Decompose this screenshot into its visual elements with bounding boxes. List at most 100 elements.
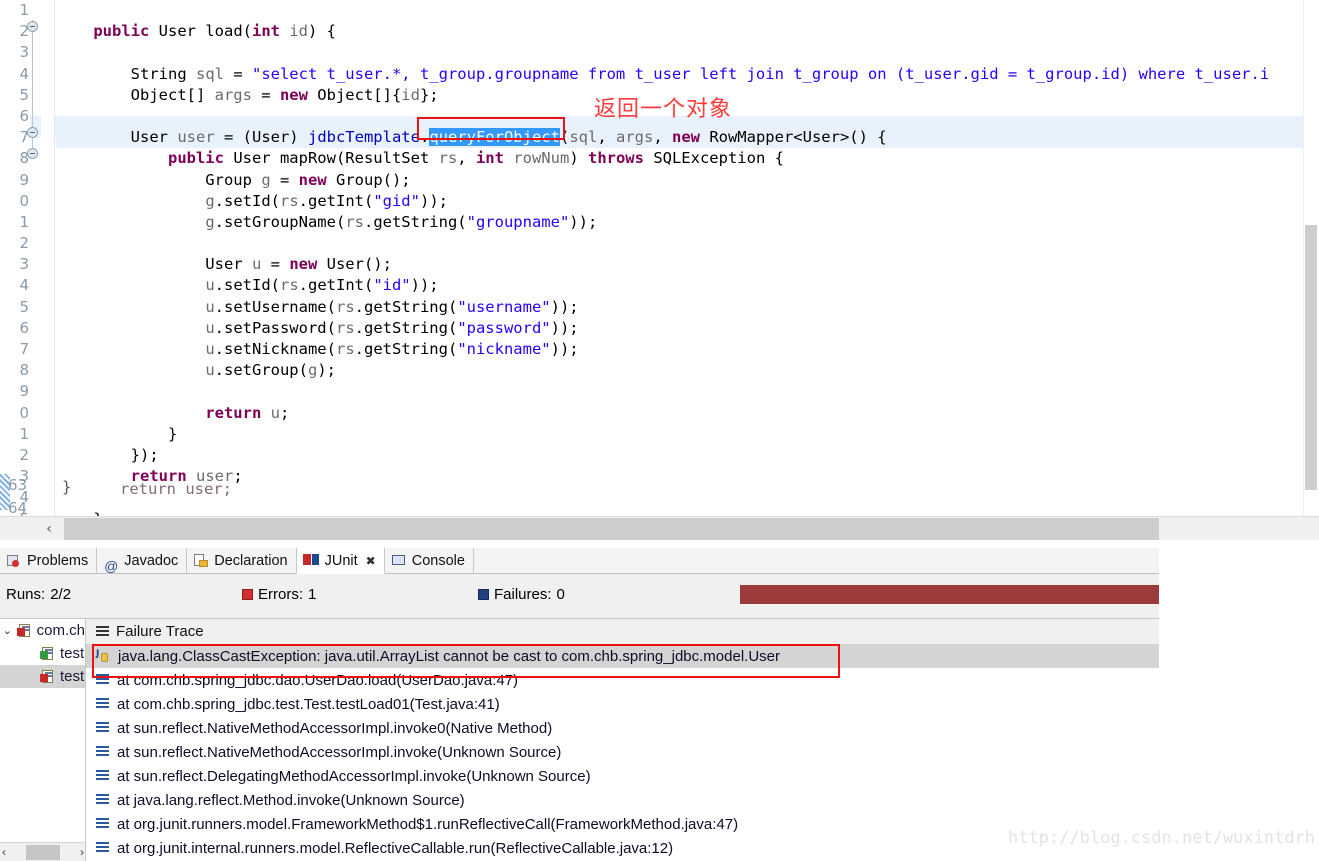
stack-frame-row[interactable]: at org.junit.runners.model.FrameworkMeth… — [86, 812, 1159, 836]
line-number: 5 — [19, 297, 29, 316]
code-line[interactable]: public User mapRow(ResultSet rs, int row… — [56, 148, 1319, 169]
test-result-tree[interactable]: ⌄ com.ch test test ‹ › — [0, 618, 86, 861]
code-line[interactable] — [56, 233, 1319, 254]
stack-frame-row[interactable]: at sun.reflect.DelegatingMethodAccessorI… — [86, 764, 1159, 788]
test-tree-label: test — [60, 668, 85, 685]
watermark-url: http://blog.csdn.net/wuxintdrh — [1008, 828, 1316, 848]
code-line[interactable] — [56, 42, 1319, 63]
stack-frame-icon — [96, 674, 109, 686]
stack-frame-row[interactable]: at java.lang.reflect.Method.invoke(Unkno… — [86, 788, 1159, 812]
failure-status-icon — [478, 589, 489, 600]
line-number: 6 — [19, 106, 29, 125]
line-number: 8 — [19, 149, 29, 168]
code-line[interactable]: String sql = "select t_user.*, t_group.g… — [56, 64, 1319, 85]
failure-trace-icon — [96, 626, 109, 637]
stack-frame-row[interactable]: at sun.reflect.NativeMethodAccessorImpl.… — [86, 740, 1159, 764]
tree-scroll-thumb[interactable] — [26, 844, 60, 860]
declaration-icon — [193, 553, 209, 569]
trace-text: at org.junit.internal.runners.model.Refl… — [117, 839, 674, 857]
code-line[interactable]: u.setNickname(rs.getString("nickname")); — [56, 339, 1319, 360]
errors-value: 1 — [308, 586, 317, 603]
line-number: 8 — [19, 361, 29, 380]
tail-line-number: 63 — [8, 476, 28, 494]
eclipse-ide-window: 1234567890123456789012345 public User lo… — [0, 0, 1319, 861]
stack-frame-row[interactable]: at com.chb.spring_jdbc.test.Test.testLoa… — [86, 692, 1159, 716]
tree-horizontal-scrollbar[interactable]: ‹ › — [0, 842, 85, 861]
code-line[interactable]: } — [56, 424, 1319, 445]
failure-trace-panel[interactable]: Failure Trace Jjava.lang.ClassCastExcept… — [86, 618, 1159, 861]
code-line[interactable]: }); — [56, 445, 1319, 466]
code-line[interactable] — [56, 381, 1319, 402]
test-tree-item[interactable]: test — [0, 642, 85, 665]
tab-junit[interactable]: JUnit ✖ — [296, 548, 385, 574]
code-line[interactable]: g.setGroupName(rs.getString("groupname")… — [56, 212, 1319, 233]
junit-progress-bar — [740, 585, 1159, 604]
code-line[interactable]: u.setUsername(rs.getString("username")); — [56, 297, 1319, 318]
tab-problems[interactable]: Problems — [0, 548, 98, 574]
close-icon[interactable]: ✖ — [366, 548, 376, 574]
line-number: 6 — [19, 318, 29, 337]
tab-console[interactable]: Console — [385, 548, 474, 574]
editor-horizontal-scrollbar[interactable]: ‹ — [0, 516, 1319, 540]
editor-vertical-scrollbar[interactable] — [1303, 0, 1319, 516]
scroll-left-arrow-icon[interactable]: ‹ — [40, 520, 58, 538]
chinese-annotation-label: 返回一个对象 — [594, 97, 733, 122]
test-error-icon — [16, 623, 33, 639]
code-line[interactable]: User u = new User(); — [56, 254, 1319, 275]
line-number: 9 — [19, 382, 29, 401]
code-line[interactable] — [56, 487, 1319, 508]
code-line[interactable] — [56, 0, 1319, 21]
line-number: 1 — [19, 1, 29, 19]
test-passed-icon — [40, 646, 56, 662]
exception-icon: J — [96, 649, 110, 663]
trace-text: at org.junit.runners.model.FrameworkMeth… — [117, 815, 739, 833]
console-icon — [391, 553, 407, 569]
code-line[interactable]: u.setId(rs.getInt("id")); — [56, 275, 1319, 296]
editor-horizontal-scroll-thumb[interactable] — [64, 518, 1159, 540]
problems-icon — [6, 553, 22, 569]
code-line[interactable]: return user; — [56, 466, 1319, 487]
tree-scroll-right-icon[interactable]: › — [80, 845, 84, 859]
tab-javadoc[interactable]: @ Javadoc — [97, 548, 188, 574]
code-line[interactable]: return u; — [56, 403, 1319, 424]
view-tab-bar[interactable]: Problems @ Javadoc Declaration JUnit ✖ Console — [0, 548, 1159, 574]
trace-text: at com.chb.spring_jdbc.test.Test.testLoa… — [117, 695, 500, 713]
stack-frame-row[interactable]: at sun.reflect.NativeMethodAccessorImpl.… — [86, 716, 1159, 740]
code-line[interactable]: u.setPassword(rs.getString("password")); — [56, 318, 1319, 339]
fold-toggle-icon[interactable] — [27, 148, 38, 159]
code-line[interactable]: Group g = new Group(); — [56, 170, 1319, 191]
code-editor[interactable]: 1234567890123456789012345 public User lo… — [0, 0, 1319, 540]
ghost-brace-artifact: } — [62, 478, 72, 496]
tab-declaration[interactable]: Declaration — [187, 548, 297, 574]
test-tree-item[interactable]: test — [0, 665, 85, 688]
trace-text: at com.chb.spring_jdbc.dao.UserDao.load(… — [117, 671, 519, 689]
exception-message-row[interactable]: Jjava.lang.ClassCastException: java.util… — [86, 644, 1159, 668]
line-number: 1 — [19, 424, 29, 443]
fold-toggle-icon[interactable] — [27, 21, 38, 32]
stack-frame-row[interactable]: at com.chb.spring_jdbc.dao.UserDao.load(… — [86, 668, 1159, 692]
tree-scroll-left-icon[interactable]: ‹ — [2, 845, 6, 859]
trace-text: at sun.reflect.NativeMethodAccessorImpl.… — [117, 719, 553, 737]
stack-frame-row[interactable]: at org.junit.internal.runners.model.Refl… — [86, 836, 1159, 860]
editor-vertical-scroll-thumb[interactable] — [1305, 225, 1317, 490]
code-line[interactable]: u.setGroup(g); — [56, 360, 1319, 381]
code-line[interactable]: } — [56, 509, 1319, 517]
line-number: 0 — [19, 191, 29, 210]
failures-value: 0 — [556, 586, 565, 603]
errors-counter: Errors: 1 — [242, 586, 316, 603]
test-tree-item[interactable]: ⌄ com.ch — [0, 619, 85, 642]
panel-right-filler — [1159, 548, 1319, 861]
line-number: 4 — [19, 64, 29, 83]
code-line[interactable]: g.setId(rs.getInt("gid")); — [56, 191, 1319, 212]
trace-text: at sun.reflect.NativeMethodAccessorImpl.… — [117, 743, 562, 761]
chevron-down-icon[interactable]: ⌄ — [2, 624, 13, 637]
tab-label: Problems — [27, 553, 89, 569]
failure-trace-title: Failure Trace — [116, 623, 204, 640]
code-line[interactable]: public User load(int id) { — [56, 21, 1319, 42]
trace-text: java.lang.ClassCastException: java.util.… — [118, 647, 780, 665]
code-line[interactable]: User user = (User) jdbcTemplate.queryFor… — [56, 127, 1319, 149]
trace-text: at java.lang.reflect.Method.invoke(Unkno… — [117, 791, 465, 809]
code-text-area[interactable]: public User load(int id) { String sql = … — [56, 0, 1319, 516]
tab-label: JUnit — [324, 552, 358, 569]
fold-toggle-icon[interactable] — [27, 127, 38, 138]
